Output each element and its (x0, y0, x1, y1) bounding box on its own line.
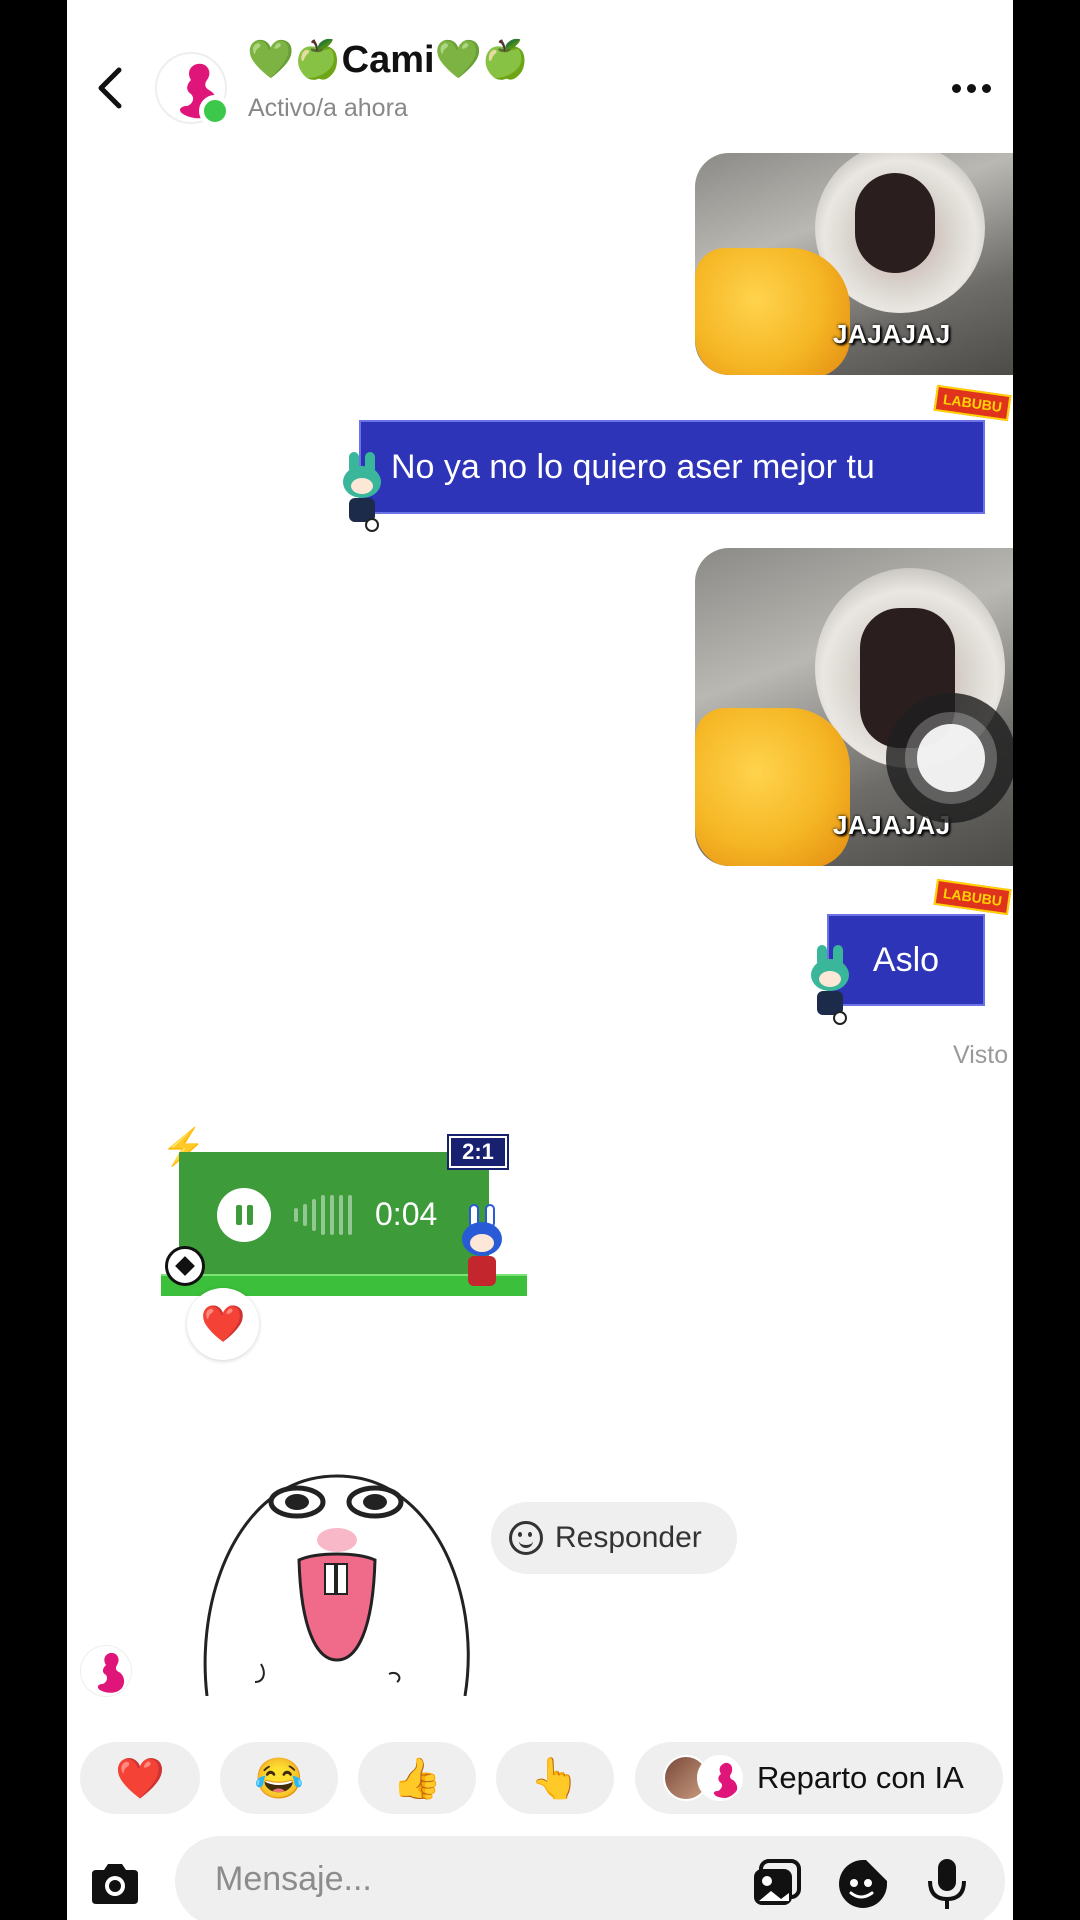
gallery-icon (754, 1859, 801, 1905)
message-input[interactable] (215, 1854, 695, 1904)
voice-record-button[interactable] (919, 1856, 975, 1912)
voice-duration: 0:04 (375, 1196, 438, 1232)
more-dot-icon (952, 83, 961, 93)
scoreboard-sticker: 2:1 (447, 1134, 509, 1170)
camera-icon (92, 1864, 138, 1904)
quick-reaction-heart[interactable]: ❤️ (80, 1742, 200, 1814)
message-text: Aslo (872, 940, 940, 979)
quick-reaction-thumbs-up[interactable]: 👍 (358, 1742, 476, 1814)
pointing-hand (695, 248, 850, 375)
quick-reaction-laugh[interactable]: 😂 (220, 1742, 338, 1814)
microphone-icon (928, 1859, 966, 1909)
gallery-button[interactable] (749, 1856, 805, 1912)
screaming-hamster-sticker[interactable] (197, 1460, 477, 1696)
ai-cast-button[interactable]: Reparto con IA (635, 1742, 1003, 1814)
back-button[interactable] (85, 60, 135, 116)
sticker-button[interactable] (835, 1856, 891, 1912)
more-dot-icon (967, 83, 976, 93)
ai-avatars (663, 1755, 743, 1801)
pause-icon (246, 1205, 253, 1225)
camera-button[interactable] (87, 1856, 143, 1912)
sticker-icon (839, 1860, 887, 1908)
more-options-button[interactable] (952, 78, 1002, 98)
chat-header: 💚🍏Cami💚🍏 Activo/a ahora (67, 0, 1013, 150)
quick-reaction-point-up[interactable]: 👆 (496, 1742, 614, 1814)
mascot-sticker (807, 945, 851, 1025)
pause-icon (235, 1205, 242, 1225)
ai-avatar-brand (697, 1755, 743, 1801)
reply-button[interactable]: Responder (491, 1502, 737, 1574)
sticker-tag: LABUBU (933, 878, 1012, 916)
smile-icon (509, 1521, 543, 1555)
pointing-hand (695, 708, 850, 866)
soccer-ball-icon (165, 1246, 205, 1286)
contact-avatar-small[interactable] (80, 1645, 132, 1697)
sticker-tag: LABUBU (933, 384, 1012, 422)
heart-reaction[interactable]: ❤️ (187, 1288, 259, 1360)
contact-name[interactable]: 💚🍏Cami💚🍏 (247, 38, 529, 82)
pause-button[interactable] (217, 1188, 271, 1242)
cat-mouth (855, 173, 935, 273)
assistive-touch-button[interactable] (886, 693, 1013, 823)
chevron-left-icon (98, 67, 122, 109)
image-message[interactable]: JAJAJAJ (695, 153, 1013, 375)
seen-indicator: Visto (953, 1041, 1009, 1069)
online-status-dot (199, 95, 231, 127)
waveform (294, 1192, 354, 1238)
reply-label: Responder (555, 1521, 702, 1554)
message-text: No ya no lo quiero aser mejor tu (391, 447, 875, 486)
mascot-sticker (459, 1204, 505, 1294)
sent-message-bubble[interactable]: No ya no lo quiero aser mejor tu (359, 420, 985, 514)
chat-screen: 💚🍏Cami💚🍏 Activo/a ahora JAJAJAJ LABUBU N… (67, 0, 1013, 1920)
ai-cast-label: Reparto con IA (757, 1760, 964, 1795)
image-caption: JAJAJAJ (833, 319, 951, 349)
mascot-sticker (339, 452, 383, 532)
more-dot-icon (982, 83, 991, 93)
activity-status: Activo/a ahora (248, 94, 408, 122)
voice-message[interactable]: 0:04 (161, 1152, 527, 1296)
